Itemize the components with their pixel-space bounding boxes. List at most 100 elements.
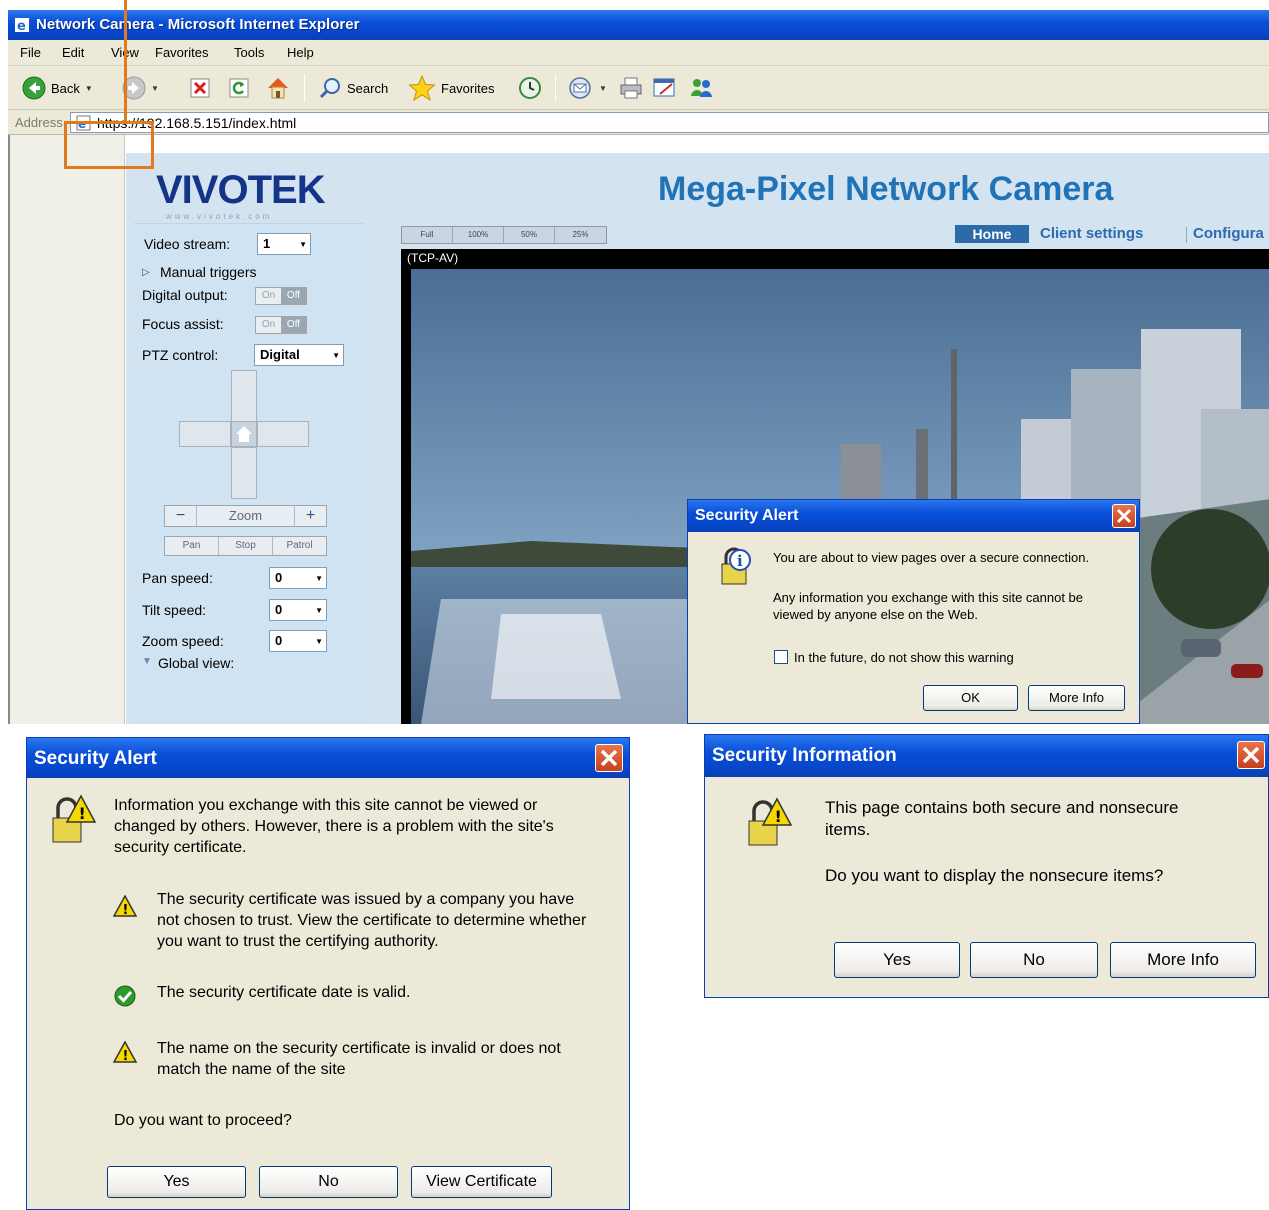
ptz-control-value: Digital (260, 347, 300, 362)
nav-configuration[interactable]: Configura (1193, 225, 1264, 242)
focus-assist-toggle[interactable]: On Off (255, 316, 307, 334)
menu-tools[interactable]: Tools (234, 45, 264, 60)
forward-button[interactable]: ▼ (122, 76, 159, 100)
close-button[interactable] (1237, 741, 1265, 769)
video-stream-select[interactable]: 1 ▼ (257, 233, 311, 255)
pan-speed-select[interactable]: 0 ▼ (269, 567, 327, 589)
manual-triggers-label[interactable]: Manual triggers (160, 264, 257, 280)
tilt-up-button[interactable] (231, 370, 257, 422)
favorites-star-icon (408, 75, 436, 101)
menu-help[interactable]: Help (287, 45, 314, 60)
dont-show-label[interactable]: In the future, do not show this warning (794, 650, 1014, 665)
svg-text:!: ! (123, 903, 129, 917)
view-tabs: Full 100% 50% 25% Home Client settings C… (401, 223, 1269, 247)
menu-edit[interactable]: Edit (62, 45, 84, 60)
browser-titlebar: e Network Camera - Microsoft Internet Ex… (8, 10, 1269, 40)
home-icon (236, 426, 252, 442)
favorites-label: Favorites (441, 80, 495, 96)
address-input[interactable]: e https://192.168.5.151/index.html (70, 112, 1269, 133)
zoom-in-button[interactable]: + (295, 506, 326, 526)
padlock-warning-icon: ! (748, 797, 793, 846)
dialog-title: Security Alert (27, 738, 629, 778)
edit-button[interactable] (652, 76, 678, 100)
menu-file[interactable]: File (20, 45, 41, 60)
mail-dropdown-icon[interactable]: ▼ (599, 84, 607, 93)
refresh-button[interactable] (228, 77, 250, 99)
digital-output-toggle[interactable]: On Off (255, 287, 307, 305)
favorites-button[interactable]: Favorites (408, 75, 494, 101)
stop-button[interactable]: Stop (219, 537, 273, 555)
more-info-button[interactable]: More Info (1028, 685, 1125, 711)
back-button[interactable]: Back ▼ (22, 76, 93, 100)
padlock-warning-icon: ! (52, 794, 97, 843)
zoom-label: Zoom (197, 506, 295, 526)
focus-assist-on[interactable]: On (256, 317, 281, 333)
tab-full[interactable]: Full (402, 227, 453, 243)
dialog-title: Security Alert (688, 500, 1139, 532)
back-icon (22, 76, 46, 100)
tab-25[interactable]: 25% (555, 227, 606, 243)
search-icon (319, 78, 340, 99)
yes-button[interactable]: Yes (107, 1166, 246, 1198)
search-button[interactable]: Search (318, 76, 388, 100)
zoom-speed-select[interactable]: 0 ▼ (269, 630, 327, 652)
mail-button[interactable]: ▼ (568, 76, 607, 100)
stop-button[interactable] (189, 77, 211, 99)
zoom-speed-value: 0 (275, 633, 283, 648)
pan-right-button[interactable] (257, 421, 309, 447)
back-label: Back (51, 80, 80, 96)
home-position-button[interactable] (231, 421, 257, 447)
callout-box (64, 121, 154, 169)
expand-arrow-icon[interactable]: ▷ (142, 267, 150, 278)
zoom-out-button[interactable]: − (165, 506, 197, 526)
close-button[interactable] (1112, 504, 1136, 528)
menu-favorites[interactable]: Favorites (155, 45, 208, 60)
more-info-button[interactable]: More Info (1110, 942, 1256, 978)
history-button[interactable] (518, 76, 542, 100)
warning-icon: ! (113, 895, 137, 917)
ptz-control-select[interactable]: Digital ▼ (254, 344, 344, 366)
print-button[interactable] (618, 76, 644, 100)
svg-text:!: ! (123, 1049, 129, 1063)
nav-home[interactable]: Home (955, 225, 1029, 243)
zoom-speed-label: Zoom speed: (142, 633, 224, 649)
messenger-button[interactable] (689, 76, 715, 100)
back-dropdown-icon[interactable]: ▼ (85, 84, 93, 93)
tilt-down-button[interactable] (231, 447, 257, 499)
svg-text:e: e (17, 19, 26, 33)
chevron-down-icon: ▼ (299, 240, 307, 249)
mail-icon (569, 77, 591, 99)
home-icon (268, 78, 288, 99)
ok-button[interactable]: OK (923, 685, 1018, 711)
message-line-b: items. (825, 820, 871, 839)
message-line-a: This page contains both secure and nonse… (825, 798, 1179, 817)
home-button[interactable] (265, 75, 291, 101)
collapse-arrow-icon[interactable]: ▼ (142, 656, 152, 667)
tab-50[interactable]: 50% (504, 227, 555, 243)
digital-output-off[interactable]: Off (281, 288, 306, 304)
dialog-title: Security Information (705, 735, 1268, 777)
display-question: Do you want to display the nonsecure ite… (825, 866, 1164, 885)
certificate-issue-line-a: The security certificate was issued by a… (157, 891, 575, 908)
global-view-label[interactable]: Global view: (158, 655, 234, 671)
pan-left-button[interactable] (179, 421, 231, 447)
close-button[interactable] (595, 744, 623, 772)
check-icon (114, 985, 136, 1007)
dont-show-checkbox[interactable] (774, 650, 788, 664)
patrol-button[interactable]: Patrol (273, 537, 326, 555)
focus-assist-off[interactable]: Off (281, 317, 306, 333)
nav-client-settings[interactable]: Client settings (1040, 225, 1143, 242)
no-button[interactable]: No (970, 942, 1098, 978)
address-bar: Address e https://192.168.5.151/index.ht… (8, 110, 1269, 135)
yes-button[interactable]: Yes (834, 942, 960, 978)
digital-output-on[interactable]: On (256, 288, 281, 304)
certificate-name-line-a: The name on the security certificate is … (157, 1040, 561, 1057)
tab-100[interactable]: 100% (453, 227, 504, 243)
intro-line-b: changed by others. However, there is a p… (114, 818, 554, 835)
pan-button[interactable]: Pan (165, 537, 219, 555)
tilt-speed-select[interactable]: 0 ▼ (269, 599, 327, 621)
view-certificate-button[interactable]: View Certificate (411, 1166, 552, 1198)
no-button[interactable]: No (259, 1166, 398, 1198)
address-label: Address (15, 115, 63, 130)
forward-dropdown-icon[interactable]: ▼ (151, 84, 159, 93)
